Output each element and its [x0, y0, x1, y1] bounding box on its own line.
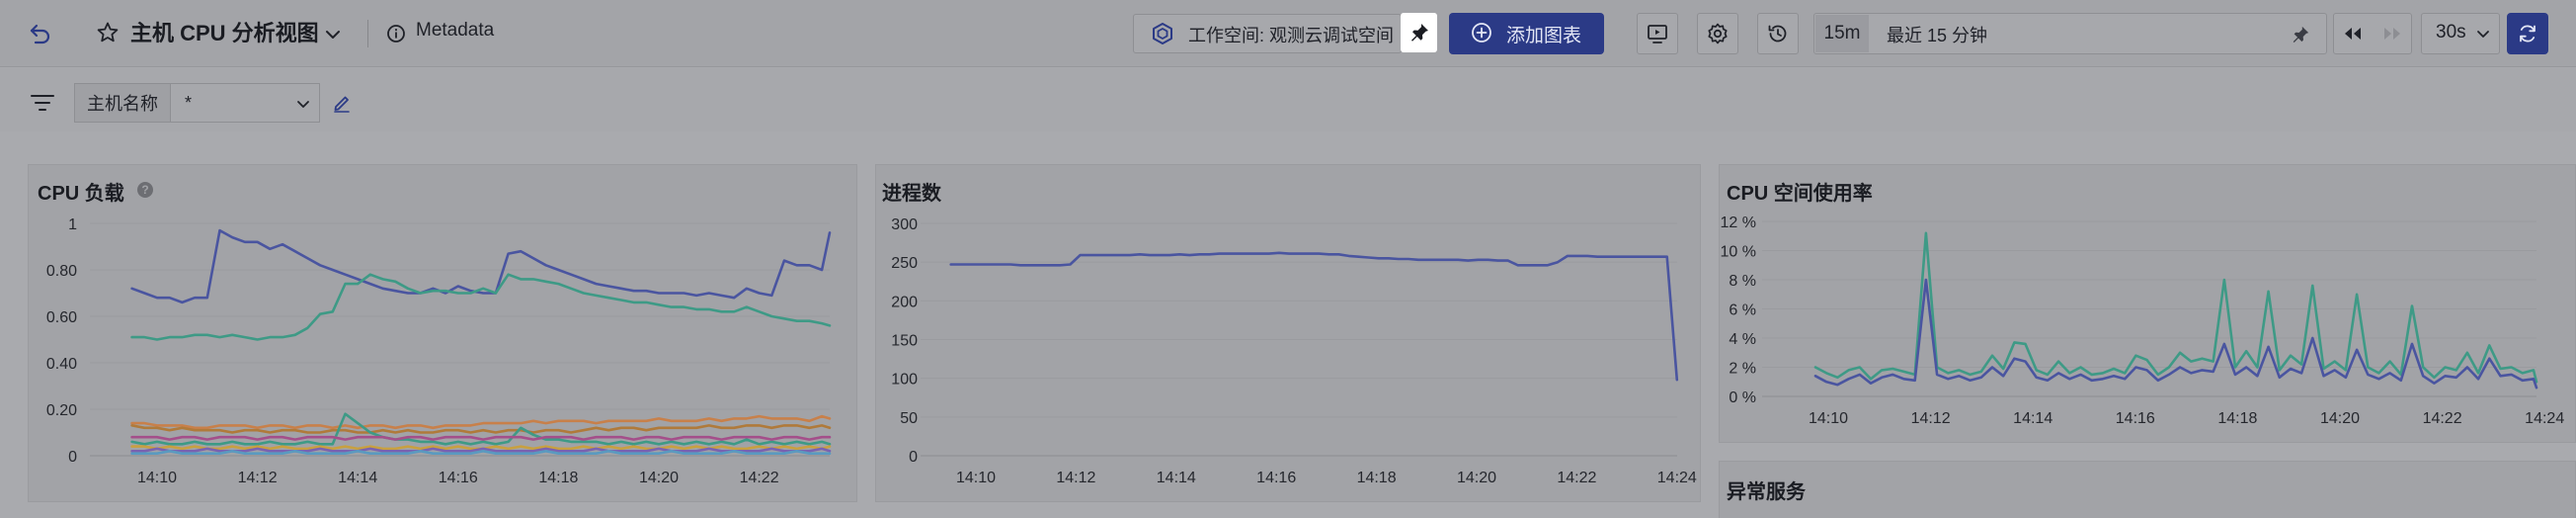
panel-title: 异常服务 [1727, 481, 1806, 503]
y-tick-label: 300 [891, 216, 918, 233]
cpu-load-chart: 0 0.20 0.40 0.60 0.80 1 14:10 14:12 14:14 14:16 14… [46, 216, 832, 486]
x-tick-label: 14:12 [1911, 410, 1951, 427]
panel-abnormal-services [1719, 461, 2576, 518]
panel-title: CPU 负载 [38, 183, 124, 205]
gear-icon [1708, 23, 1728, 44]
add-chart-button[interactable]: 添加图表 [1449, 13, 1604, 54]
y-tick-label: 200 [891, 294, 918, 310]
y-tick-label: 2 % [1729, 361, 1756, 378]
x-tick-label: 14:14 [338, 470, 377, 486]
chevron-down-icon[interactable] [320, 22, 346, 47]
history-icon [1768, 25, 1787, 43]
x-tick-label: 14:16 [1256, 470, 1296, 486]
chevron-down-icon[interactable] [294, 95, 312, 113]
y-tick-label: 1 [68, 216, 77, 233]
filter-bar [0, 68, 2576, 131]
panel-title: 进程数 [882, 183, 941, 205]
monitor-play-icon [1648, 25, 1667, 43]
x-tick-label: 14:10 [137, 470, 177, 486]
y-tick-label: 0 [909, 449, 918, 466]
series-line [949, 251, 1679, 382]
x-tick-label: 14:16 [439, 470, 478, 486]
refresh-button[interactable] [2507, 13, 2548, 54]
y-tick-label: 50 [900, 410, 918, 427]
y-tick-label: 4 % [1729, 331, 1756, 348]
series-line [130, 273, 832, 341]
y-tick-label: 12 % [1721, 215, 1756, 231]
x-tick-label: 14:12 [238, 470, 278, 486]
x-tick-label: 14:20 [639, 470, 679, 486]
y-tick-label: 0.60 [46, 309, 77, 326]
y-tick-label: 0 % [1729, 389, 1756, 406]
x-tick-label: 14:16 [2116, 410, 2155, 427]
svg-text:?: ? [141, 183, 148, 197]
y-tick-label: 8 % [1729, 273, 1756, 290]
filter-label: 主机名称 [74, 83, 171, 123]
cpu-space-usage-chart: 0 % 2 % 4 % 6 % 8 % 10 % 12 % 14:10 14:12 14:14 14… [1721, 215, 2565, 427]
add-chart-label: 添加图表 [1506, 25, 1582, 46]
x-tick-label: 14:14 [1157, 470, 1196, 486]
filter-icon[interactable] [28, 89, 57, 117]
pin-workspace-button[interactable] [1401, 13, 1437, 52]
pin-time-icon[interactable] [2288, 22, 2313, 47]
x-tick-label: 14:24 [1657, 470, 1697, 486]
x-tick-label: 14:24 [2525, 410, 2564, 427]
x-tick-label: 14:22 [740, 470, 779, 486]
toolbar-divider [367, 20, 368, 47]
series-line [130, 228, 832, 304]
x-tick-label: 14:12 [1056, 470, 1095, 486]
time-range-short[interactable]: 15m [1815, 15, 1869, 52]
series-line [130, 435, 832, 441]
x-tick-label: 14:18 [1357, 470, 1397, 486]
y-tick-label: 150 [891, 333, 918, 350]
x-tick-label: 14:22 [2423, 410, 2462, 427]
y-tick-label: 0.20 [46, 402, 77, 419]
workspace-label: 工作空间: 观测云调试空间 [1188, 26, 1395, 45]
plus-circle-icon [1471, 22, 1492, 49]
pin-icon [1410, 24, 1428, 42]
y-tick-label: 0.40 [46, 356, 77, 373]
refresh-icon [2520, 25, 2536, 43]
settings-button[interactable] [1697, 13, 1738, 54]
y-tick-label: 100 [891, 372, 918, 388]
x-tick-label: 14:18 [2217, 410, 2257, 427]
present-mode-button[interactable] [1637, 13, 1678, 54]
y-tick-label: 0 [68, 449, 77, 466]
x-tick-label: 14:22 [1557, 470, 1596, 486]
x-tick-label: 14:14 [2013, 410, 2053, 427]
y-tick-label: 6 % [1729, 302, 1756, 319]
back-icon[interactable] [24, 17, 57, 50]
x-tick-label: 14:20 [1457, 470, 1496, 486]
refresh-interval-value: 30s [2436, 22, 2466, 43]
star-icon[interactable] [93, 18, 122, 47]
time-range-description: 最近 15 分钟 [1887, 26, 1988, 45]
y-tick-label: 250 [891, 255, 918, 272]
metadata-link[interactable]: Metadata [416, 20, 494, 42]
fast-forward-icon[interactable] [2378, 21, 2406, 46]
x-tick-label: 14:18 [538, 470, 578, 486]
y-tick-label: 10 % [1721, 244, 1756, 261]
x-tick-label: 14:10 [1809, 410, 1848, 427]
process-count-chart: 0 50 100 150 200 250 300 14:10 14:12 14:14 14:16 14… [891, 216, 1697, 486]
series-line [130, 414, 832, 430]
chevron-down-icon[interactable] [2473, 24, 2493, 43]
x-tick-label: 14:10 [956, 470, 996, 486]
rewind-icon[interactable] [2339, 21, 2367, 46]
edit-icon[interactable] [329, 90, 355, 116]
history-button[interactable] [1757, 13, 1799, 54]
workspace-icon [1149, 20, 1176, 47]
x-tick-label: 14:20 [2320, 410, 2360, 427]
info-icon [384, 22, 408, 45]
panel-title: CPU 空间使用率 [1727, 183, 1873, 205]
y-tick-label: 0.80 [46, 263, 77, 280]
page-title: 主机 CPU 分析视图 [130, 21, 319, 45]
help-icon[interactable]: ? [134, 179, 156, 201]
host-name-value: * [185, 92, 193, 113]
